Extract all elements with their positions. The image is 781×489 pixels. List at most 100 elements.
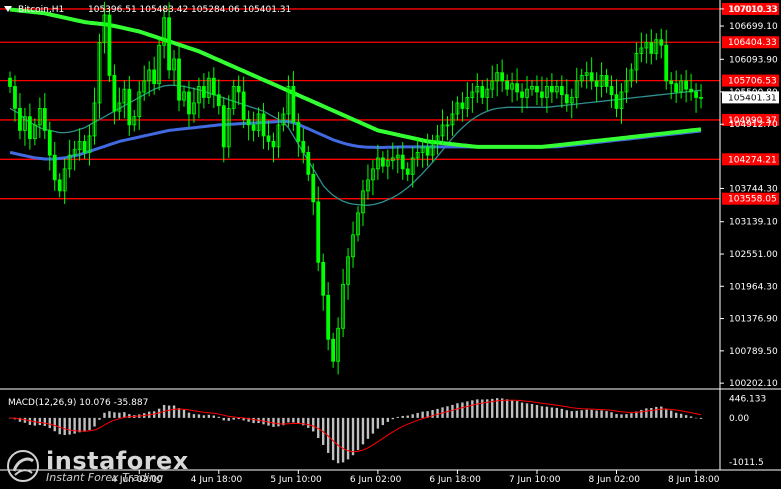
macd-bar <box>172 405 176 418</box>
macd-bar <box>684 415 688 418</box>
macd-bar <box>575 410 578 418</box>
macd-bar <box>297 417 300 424</box>
candle-body <box>535 86 539 93</box>
macd-bar <box>312 417 315 432</box>
level-tag-label: 105706.53 <box>728 77 777 87</box>
macd-bar <box>481 399 484 418</box>
level-tag-label: 104274.21 <box>728 155 777 165</box>
macd-bar <box>461 402 464 418</box>
time-tick-label: 8 Jun 02:00 <box>589 475 641 485</box>
macd-bar <box>431 410 434 418</box>
macd-bar <box>670 410 673 418</box>
macd-bar <box>38 417 42 426</box>
macd-bar <box>336 417 340 464</box>
macd-bar <box>356 417 360 451</box>
macd-tick-label: 446.133 <box>729 394 766 404</box>
price-tick-label: 103139.10 <box>729 218 778 228</box>
candle-body <box>211 77 216 96</box>
candle-body <box>589 72 594 82</box>
candle-body <box>614 94 619 109</box>
macd-bar <box>620 414 623 418</box>
candle-body <box>52 154 57 181</box>
candle-body <box>609 86 614 96</box>
macd-bar <box>694 417 698 419</box>
macd-tick-label: -1011.5 <box>729 458 764 468</box>
macd-bar <box>73 417 76 434</box>
candle-body <box>201 86 206 98</box>
time-tick-label: 8 Jun 18:00 <box>668 475 720 485</box>
candle-body <box>400 154 405 170</box>
chart-header-symbol: Bitcoin,H1 <box>18 5 64 15</box>
macd-bar <box>699 417 703 419</box>
macd-bar <box>674 412 678 418</box>
candle-body <box>659 39 664 46</box>
macd-bar <box>515 401 519 418</box>
macd-bar <box>625 414 628 418</box>
candle-body <box>167 17 171 71</box>
macd-bar <box>292 417 295 423</box>
macd-bar <box>212 415 216 418</box>
macd-bar <box>43 417 46 426</box>
macd-bar <box>416 412 419 418</box>
candle-body <box>480 86 485 98</box>
price-tick-label: 105500.80 <box>729 88 778 98</box>
time-tick-label: 4 Jun 18:00 <box>191 475 243 485</box>
candle-body <box>674 83 679 93</box>
time-tick-label: 7 Jun 10:00 <box>509 475 561 485</box>
macd-bar <box>88 417 91 431</box>
macd-bar <box>222 417 225 421</box>
macd-bar <box>78 417 81 433</box>
candle-body <box>540 91 544 98</box>
candle-body <box>316 201 321 263</box>
macd-bar <box>610 412 613 418</box>
macd-bar <box>505 399 509 418</box>
candle-body <box>177 58 181 101</box>
price-tick-label: 101964.30 <box>729 282 778 292</box>
macd-bar <box>118 412 121 418</box>
macd-bar <box>197 414 201 418</box>
macd-bar <box>68 417 71 435</box>
macd-bar <box>550 407 554 418</box>
macd-bar <box>167 405 171 418</box>
macd-bar <box>202 415 206 418</box>
candle-body <box>321 261 326 296</box>
macd-bar <box>580 410 583 418</box>
candle-body <box>549 86 554 93</box>
candle-body <box>311 173 316 203</box>
candle-body <box>221 105 226 148</box>
price-tick-label: 102551.00 <box>729 250 778 260</box>
macd-bar <box>535 404 539 418</box>
candle-body <box>127 88 132 126</box>
candle-body <box>689 88 693 93</box>
macd-bar <box>595 410 598 418</box>
candle-body <box>515 83 519 93</box>
candle-body <box>669 80 674 85</box>
macd-bar <box>58 417 61 435</box>
macd-bar <box>341 417 345 463</box>
macd-bar <box>640 409 643 418</box>
macd-bar <box>83 417 86 432</box>
macd-bar <box>500 398 504 418</box>
candle-body <box>664 44 669 82</box>
macd-bar <box>48 417 51 429</box>
candle-body <box>649 42 654 54</box>
macd-bar <box>525 403 529 418</box>
macd-bar <box>436 408 439 418</box>
candle-body <box>261 113 266 137</box>
price-tick-label: 100789.50 <box>729 347 778 357</box>
candle-body <box>564 94 569 104</box>
macd-bar <box>187 412 191 418</box>
macd-bar <box>217 416 220 418</box>
macd-tick-label: 0.00 <box>729 414 749 424</box>
price-tick-label: 103744.30 <box>729 184 778 194</box>
macd-bar <box>530 403 534 418</box>
candle-body <box>425 146 430 156</box>
macd-bar <box>605 411 608 418</box>
candle-body <box>306 152 311 175</box>
macd-bar <box>307 417 310 428</box>
macd-bar <box>366 417 370 439</box>
macd-bar <box>520 402 524 418</box>
price-tick-label: 100202.10 <box>729 379 778 389</box>
candle-body <box>296 121 301 142</box>
macd-bar <box>113 412 116 418</box>
